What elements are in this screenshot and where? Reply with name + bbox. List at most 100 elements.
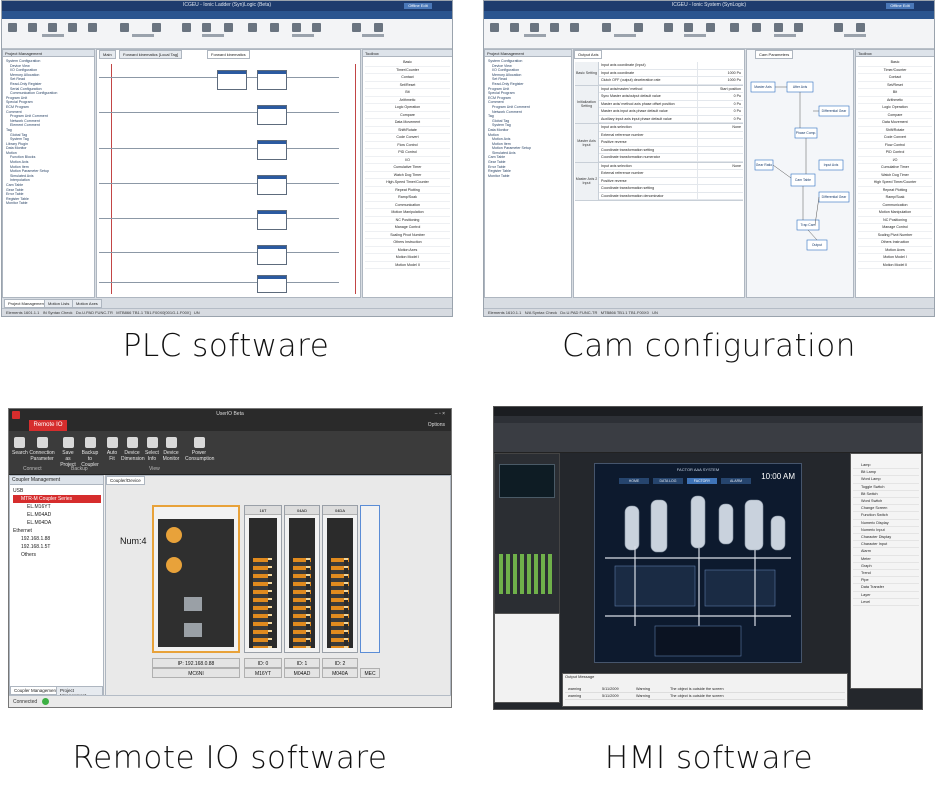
parameter-row[interactable]: Clutch OFF (output) deceleration rate 100… [599,77,743,85]
communication-icon[interactable] [602,23,611,32]
toolbox-item[interactable]: I/O [365,157,450,164]
options-button[interactable]: Options [428,422,445,428]
toolbox-item[interactable]: PID Control [858,149,932,157]
plc-offline-badge[interactable]: Offline Edit [404,3,432,9]
parameter-value[interactable]: None [697,124,743,131]
select-info-button[interactable]: Select Info [144,437,160,462]
hmi-screen-tab[interactable]: FACTORY [687,478,717,484]
parameter-value[interactable] [697,139,743,146]
tree-ethernet[interactable]: Ethernet [13,527,101,535]
toolbox-item[interactable]: Arithmetic [858,97,932,104]
security-icon[interactable] [352,23,361,32]
toolbox-item[interactable]: Basic [365,59,450,67]
parameter-row[interactable]: Coordinate transformation denominator [599,192,743,200]
tree-coupler-series[interactable]: MTR-M Coupler Series [13,495,101,503]
toolbox-item[interactable]: Arithmetic [365,97,450,104]
hmi-tool-item[interactable]: Pipe [853,577,919,585]
function-block[interactable] [217,70,247,90]
toolbox-item[interactable]: Manage Control [365,224,450,232]
function-block[interactable] [257,275,287,293]
parameter-value[interactable]: 0 Pu [697,108,743,115]
toolbox-item[interactable]: Ramp/Soak [858,194,932,202]
toolbox-item[interactable]: PID Control [365,149,450,157]
toolbox-item[interactable]: Repeat Plotting [365,187,450,194]
function-block[interactable] [257,175,287,195]
function-block[interactable] [257,70,287,90]
parameter-row[interactable]: Input axis/master/ method Start position [599,85,743,93]
hmi-tool-item[interactable]: Bit Switch [853,491,919,499]
parameter-value[interactable] [697,131,743,138]
serial-icon[interactable] [88,23,97,32]
toolbox-item[interactable]: Flow Control [858,142,932,149]
toolbox-item[interactable]: Cumulative Timer [858,164,932,172]
main-program-icon[interactable] [182,23,191,32]
toolbox-item[interactable]: Motion Model I [858,254,932,262]
toolbox-item[interactable]: NC Positioning [365,217,450,224]
parameter-row[interactable]: External reference number [599,131,743,139]
parameter-row[interactable]: Input axis selection None [599,124,743,132]
parameter-row[interactable]: Positive reverse [599,139,743,147]
toolbox-item[interactable]: Communication [365,202,450,209]
toolbox-item[interactable]: Logic Operation [365,104,450,112]
parameter-value[interactable] [697,146,743,153]
parameter-row[interactable]: Positive reverse [599,177,743,185]
coupler-module[interactable] [152,505,240,653]
toolbox-item[interactable]: Basic [858,59,932,67]
toolbox-item[interactable]: Motion Axes [365,247,450,254]
parameter-row[interactable]: Sync Master axis/output default value 0 P… [599,93,743,101]
toolbox-item[interactable]: Shift/Rotate [365,127,450,134]
hmi-tool-item[interactable]: Word Lamp [853,476,919,484]
parameter-value[interactable] [697,154,743,161]
output-row[interactable]: warning 5/11/2009 Warning The object is out… [565,686,845,693]
plc-ladder-editor[interactable]: Main Forward kinematics [Local Tag] Forw… [96,49,361,298]
toolbox-item[interactable]: Data Movement [365,119,450,127]
plc-bottom-tab-motion-axes[interactable]: Motion Axes [72,299,102,308]
tree-ip[interactable]: 192.168.1.88 [13,535,101,543]
hmi-tool-item[interactable]: Character Display [853,534,919,542]
toolbox-item[interactable]: Motion Manipulation [365,209,450,217]
toolbox-item[interactable]: Motion Model II [365,262,450,269]
output-row[interactable]: warning 5/11/2009 Warning The object is out… [565,693,845,700]
parameter-value[interactable]: 0 Pu [697,100,743,107]
device-view-icon[interactable] [490,23,499,32]
parameter-value[interactable]: None [697,162,743,169]
toolbox-item[interactable]: Manage Control [858,224,932,232]
toolbox-item[interactable]: Motion Axes [858,247,932,254]
tab-coupler-management[interactable]: Coupler Management [10,686,62,695]
toolbox-item[interactable]: Communication [858,202,932,209]
comment-icon[interactable] [292,23,301,32]
parameter-value[interactable]: 1000 Pu [697,69,743,76]
toolbox-item[interactable]: High Speed Timer/Counter [858,179,932,187]
toolbox-item[interactable]: Ramp/Soak [365,194,450,202]
parameter-value[interactable]: 0 Pu [697,115,743,122]
parameter-value[interactable] [697,62,743,69]
toolbox-item[interactable]: Logic Operation [858,104,932,112]
sub-program-icon[interactable] [684,23,693,32]
connection-parameter-button[interactable]: Connection Parameter [29,437,55,462]
plc-bottom-tab-project[interactable]: Project Management [4,299,49,308]
ecm-icon[interactable] [248,23,257,32]
tags-icon[interactable] [312,23,321,32]
toolbox-item[interactable]: Shift/Rotate [858,127,932,134]
toolbox-item[interactable]: Compare [365,112,450,119]
tags-icon[interactable] [794,23,803,32]
parameter-value[interactable] [697,192,743,199]
hmi-tool-item[interactable]: Meter [853,556,919,563]
sub-program-icon[interactable] [202,23,211,32]
io-config-icon[interactable] [510,23,519,32]
ecm-icon[interactable] [730,23,739,32]
parameter-row[interactable]: Input axis selection None [599,162,743,170]
search-button[interactable]: Search [12,437,28,456]
toolbox-item[interactable]: Scaling Pivot Number [858,232,932,239]
hmi-tool-item[interactable]: Trend [853,570,919,578]
register-icon[interactable] [68,23,77,32]
toolbox-item[interactable]: High-Speed Timer/Counter [365,179,450,187]
parameter-row[interactable]: Auxiliary input axis input phase default… [599,115,743,123]
toolbox-item[interactable]: Compare [858,112,932,119]
tab-forward-kinematics[interactable]: Forward kinematics [207,50,250,59]
hmi-screen-tab[interactable]: ALARM [721,478,751,484]
cam-block-diagram[interactable]: Cam Parameters Master Axis After Axis Diff… [746,49,854,298]
toolbox-item[interactable]: Watch Dog Timer [858,172,932,179]
toolbox-item[interactable]: Repeat Plotting [858,187,932,194]
function-block[interactable] [257,140,287,160]
